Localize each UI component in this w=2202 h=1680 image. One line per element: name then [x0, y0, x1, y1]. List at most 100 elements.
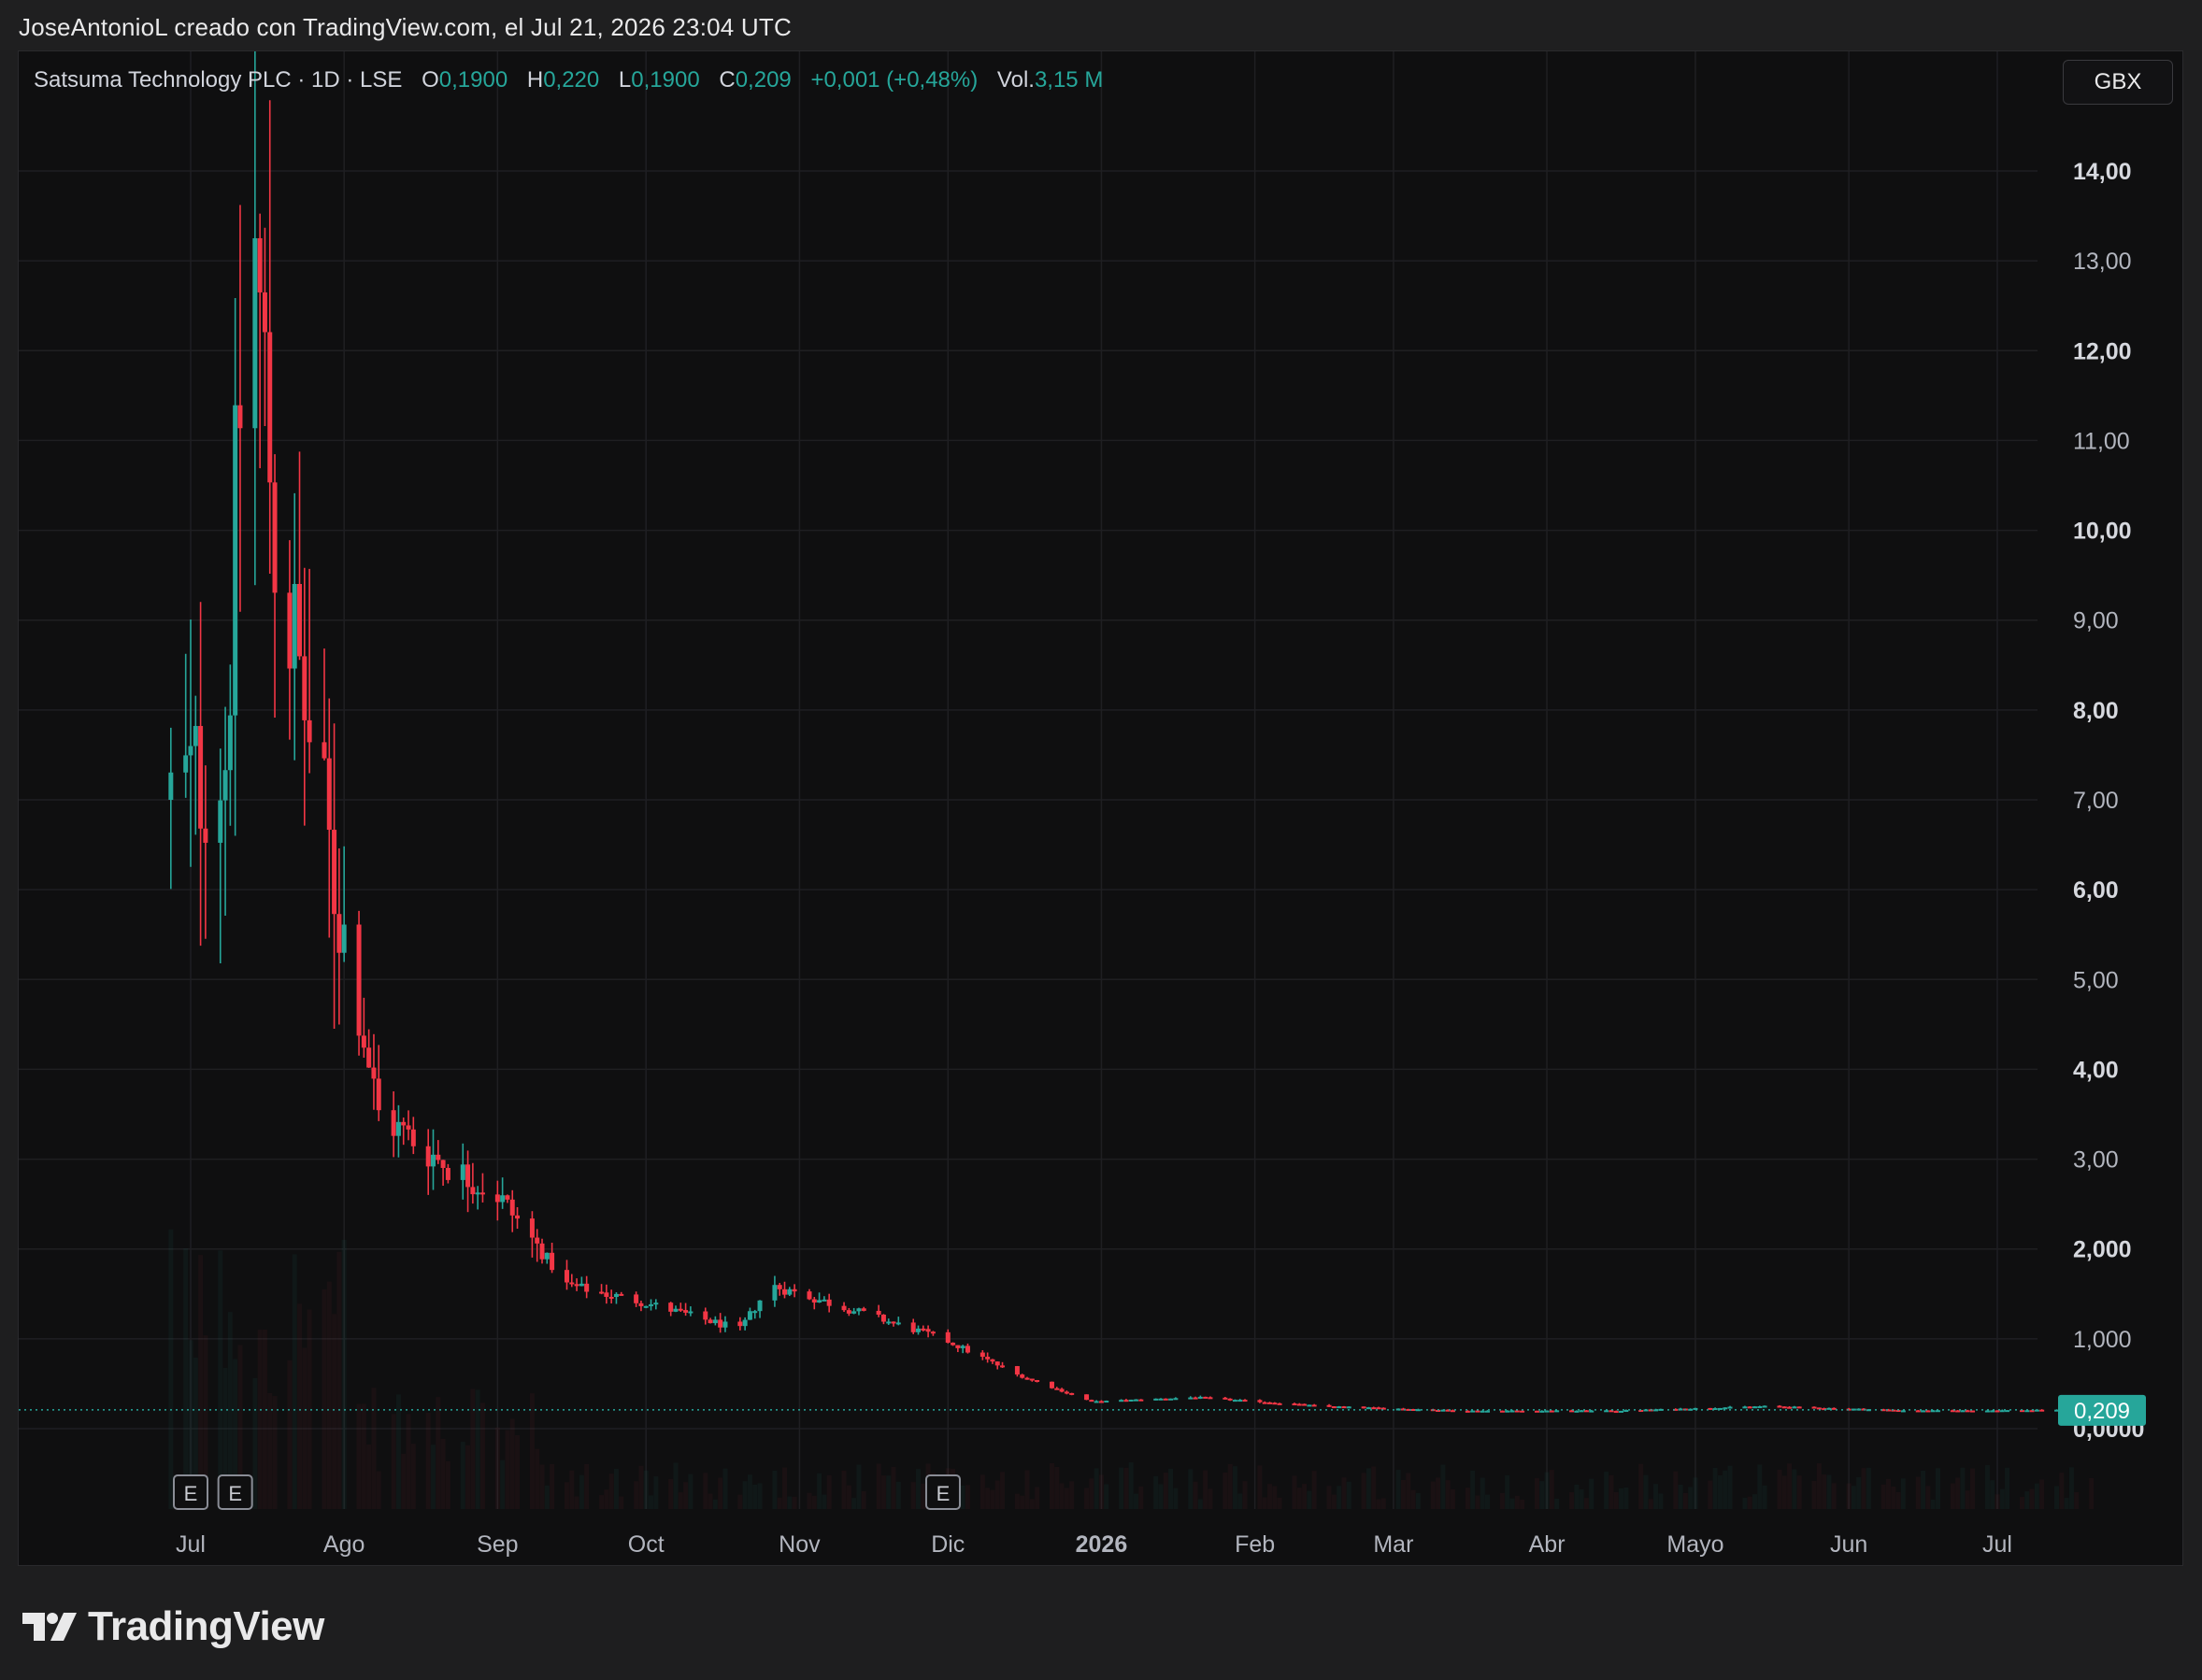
candle-body: [1520, 1410, 1525, 1413]
volume-bar: [1465, 1488, 1470, 1509]
volume-bar: [465, 1445, 471, 1509]
volume-bar: [1014, 1493, 1020, 1509]
candle-body: [332, 830, 337, 915]
volume-bar: [1331, 1494, 1337, 1509]
volume-bar: [1292, 1475, 1297, 1509]
candle-body: [1554, 1410, 1560, 1413]
volume-bar: [1900, 1478, 1906, 1509]
chart-panel[interactable]: 14,00 13,00 12,00 11,00 10,00 9,00 8,00 7,00 6,0…: [18, 50, 2183, 1566]
candle-body: [569, 1282, 575, 1285]
candle-body: [979, 1352, 985, 1358]
volume-bar: [1376, 1499, 1381, 1509]
candle-body: [494, 1194, 500, 1203]
candle-body: [1089, 1400, 1094, 1402]
candle-body: [188, 746, 193, 756]
volume-bar: [807, 1492, 812, 1509]
x-tick-label: Dic: [931, 1531, 965, 1558]
volume-bar: [1960, 1467, 1966, 1509]
volume-bar: [1346, 1481, 1351, 1509]
candle-body: [1020, 1374, 1025, 1378]
volume-bar: [1787, 1463, 1793, 1509]
candle-body: [267, 332, 273, 483]
volume-bar: [322, 1288, 327, 1509]
candle-body: [371, 1067, 377, 1079]
currency-button[interactable]: GBX: [2063, 60, 2173, 105]
candle-body: [297, 583, 303, 657]
candle-body: [307, 719, 312, 743]
candle-body: [960, 1345, 965, 1348]
volume-bar: [1583, 1498, 1589, 1509]
symbol-name[interactable]: Satsuma Technology PLC · 1D · LSE: [34, 67, 402, 93]
volume-bar: [1499, 1492, 1505, 1509]
volume-bar: [1361, 1473, 1366, 1509]
volume-bar: [1208, 1488, 1213, 1509]
candle-body: [1747, 1406, 1752, 1409]
volume-bar: [1851, 1486, 1856, 1509]
candle-body: [1777, 1405, 1782, 1408]
candle-body: [915, 1328, 921, 1332]
volume-bar: [1727, 1465, 1733, 1509]
volume-bar: [1054, 1466, 1060, 1509]
volume-bar: [1123, 1467, 1129, 1509]
volume-bar: [1880, 1484, 1886, 1509]
candle-body: [965, 1345, 970, 1353]
volume-bar: [297, 1303, 303, 1509]
candle-body: [826, 1299, 832, 1306]
y-tick-label: 12,00: [2073, 338, 2132, 364]
price-chart[interactable]: 14,00 13,00 12,00 11,00 10,00 9,00 8,00 7,00 6,0…: [19, 51, 2182, 1565]
volume-bar: [1400, 1479, 1406, 1509]
high-value: 0,220: [543, 67, 600, 93]
x-tick-label: Sep: [477, 1531, 518, 1558]
candle-body: [1257, 1400, 1263, 1402]
volume-bar: [445, 1460, 450, 1509]
candle-body: [1470, 1410, 1476, 1413]
candle-body: [1708, 1407, 1713, 1410]
volume-bar: [1921, 1470, 1926, 1509]
candle-body: [410, 1129, 416, 1146]
candle-body: [747, 1311, 752, 1320]
candle-body: [1762, 1405, 1767, 1408]
volume-bar: [985, 1488, 991, 1509]
y-tick-label: 1,000: [2073, 1327, 2132, 1353]
volume-bar: [1970, 1468, 1976, 1509]
volume-bar: [1762, 1485, 1767, 1509]
candle-body: [460, 1164, 465, 1180]
tradingview-logo[interactable]: TradingView: [22, 1603, 324, 1650]
candle-body: [366, 1047, 372, 1068]
volume-bar: [846, 1485, 851, 1509]
volume-bar: [787, 1496, 793, 1509]
low-label: L: [618, 67, 632, 93]
volume-bar: [811, 1495, 817, 1509]
volume-bar: [895, 1481, 901, 1509]
volume-bar: [584, 1463, 590, 1509]
candle-body: [1900, 1410, 1906, 1413]
y-tick-label: 3,00: [2073, 1147, 2119, 1174]
candle-body: [638, 1303, 644, 1306]
candle-body: [505, 1195, 510, 1200]
candle-body: [1292, 1403, 1297, 1406]
candle-body: [851, 1311, 857, 1314]
volume-bar: [479, 1402, 485, 1509]
candle-body: [643, 1305, 649, 1308]
volume-bar: [1816, 1463, 1822, 1509]
volume-bar: [1277, 1497, 1282, 1509]
volume-bar: [1505, 1474, 1510, 1509]
candle-body: [1505, 1410, 1510, 1413]
volume-bar: [608, 1474, 614, 1509]
ohlc-legend: Satsuma Technology PLC · 1D · LSE O0,190…: [34, 67, 1116, 93]
candle-body: [1163, 1398, 1168, 1401]
candle-body: [880, 1315, 886, 1322]
candle-body: [807, 1291, 812, 1300]
candle-body: [436, 1154, 441, 1160]
volume-bar: [1089, 1478, 1094, 1509]
candle-body: [945, 1331, 951, 1343]
volume-bar: [356, 1403, 362, 1509]
volume-bar: [1549, 1470, 1554, 1509]
candle-body: [579, 1283, 584, 1287]
volume-bar: [708, 1493, 713, 1509]
candle-body: [515, 1215, 521, 1219]
volume-bar: [425, 1412, 431, 1509]
candle-body: [1534, 1410, 1539, 1413]
candle-body: [272, 482, 278, 593]
volume-bar: [683, 1482, 689, 1509]
